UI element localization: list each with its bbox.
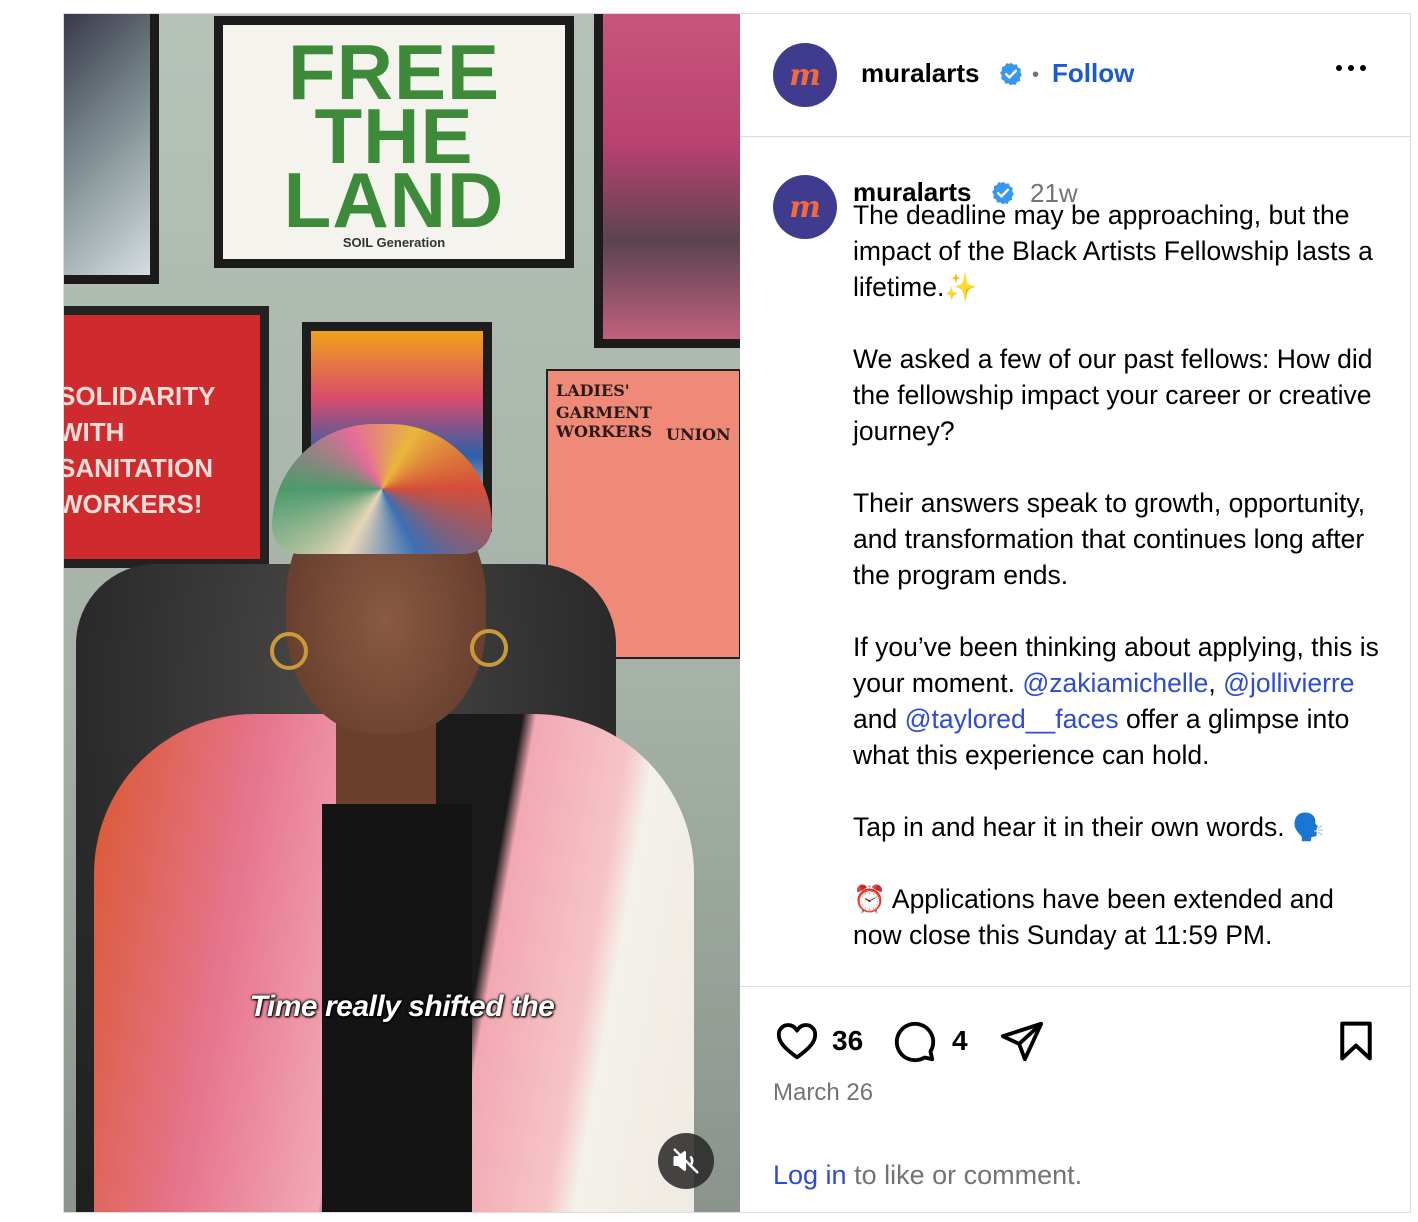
- poster-artwork: [64, 14, 159, 284]
- post-header: m muralarts • Follow: [740, 14, 1410, 137]
- post-actions: 36 4 March 26 Log in to like or comment.: [740, 986, 1410, 1213]
- heart-icon: [776, 1023, 818, 1060]
- share-button[interactable]: [998, 1017, 1046, 1065]
- login-link[interactable]: Log in: [773, 1160, 847, 1190]
- avatar-logo: m: [789, 189, 821, 225]
- avatar[interactable]: m: [773, 175, 837, 239]
- post-date[interactable]: March 26: [773, 1079, 873, 1107]
- login-prompt-text: to like or comment.: [846, 1160, 1083, 1190]
- mention-link[interactable]: @taylored__faces: [905, 704, 1119, 734]
- poster-text: WITH: [64, 417, 125, 447]
- more-options-icon[interactable]: [1336, 58, 1372, 78]
- header-username[interactable]: muralarts: [861, 58, 980, 89]
- caption-paragraph: Their answers speak to growth, opportuni…: [853, 488, 1373, 590]
- caption-paragraph: ⏰ Applications have been extended and no…: [853, 884, 1342, 950]
- video-caption: Time really shifted the: [249, 990, 555, 1023]
- poster-text: LAND: [283, 156, 505, 244]
- poster-portraits: [594, 14, 740, 348]
- poster-free-the-land: FREE THE LAND SOIL Generation: [214, 16, 574, 268]
- login-prompt: Log in to like or comment.: [773, 1160, 1082, 1191]
- earring: [470, 629, 508, 667]
- post-caption: The deadline may be approaching, but the…: [853, 197, 1383, 953]
- poster-text: LADIES': [556, 381, 630, 400]
- bookmark-icon: [1340, 1021, 1372, 1061]
- poster-text: WORKERS!: [64, 489, 203, 519]
- post-details-pane: m muralarts • Follow m muralarts 21w The…: [740, 14, 1410, 1212]
- like-button[interactable]: [773, 1017, 821, 1065]
- caption-paragraph: The deadline may be approaching, but the…: [853, 200, 1381, 302]
- save-button[interactable]: [1332, 1017, 1380, 1065]
- comment-icon: [894, 1021, 936, 1063]
- video-player[interactable]: FREE THE LAND SOIL Generation SOLIDARITY…: [64, 14, 740, 1212]
- send-icon: [1000, 1021, 1044, 1062]
- verified-badge-icon: [1000, 62, 1022, 86]
- earring: [270, 632, 308, 670]
- poster-subtext: SOIL Generation: [342, 235, 446, 250]
- caption-paragraph: We asked a few of our past fellows: How …: [853, 344, 1380, 446]
- poster-text: UNION: [666, 425, 731, 444]
- avatar[interactable]: m: [773, 43, 837, 107]
- mention-link[interactable]: @zakiamichelle: [1022, 668, 1208, 698]
- follow-button[interactable]: Follow: [1052, 58, 1134, 89]
- speaker-muted-icon: [673, 1148, 699, 1174]
- mute-toggle-button[interactable]: [658, 1133, 714, 1189]
- comment-button[interactable]: [890, 1017, 938, 1065]
- caption-paragraph: Tap in and hear it in their own words. 🗣…: [853, 812, 1325, 842]
- caption-text: ,: [1208, 668, 1216, 698]
- poster-text: SOLIDARITY: [64, 381, 216, 411]
- comment-count: 4: [952, 1025, 968, 1056]
- mention-link[interactable]: @jollivierre: [1223, 668, 1354, 698]
- like-count[interactable]: 36: [832, 1025, 863, 1057]
- post-card: FREE THE LAND SOIL Generation SOLIDARITY…: [63, 13, 1411, 1213]
- separator-dot: •: [1032, 64, 1040, 86]
- poster-text: SANITATION: [64, 453, 214, 483]
- avatar-logo: m: [789, 57, 821, 93]
- poster-solidarity: SOLIDARITY WITH SANITATION WORKERS!: [64, 306, 269, 568]
- caption-paragraph: If you’ve been thinking about applying, …: [853, 629, 1383, 773]
- caption-scroll-area[interactable]: m muralarts 21w The deadline may be appr…: [740, 137, 1410, 985]
